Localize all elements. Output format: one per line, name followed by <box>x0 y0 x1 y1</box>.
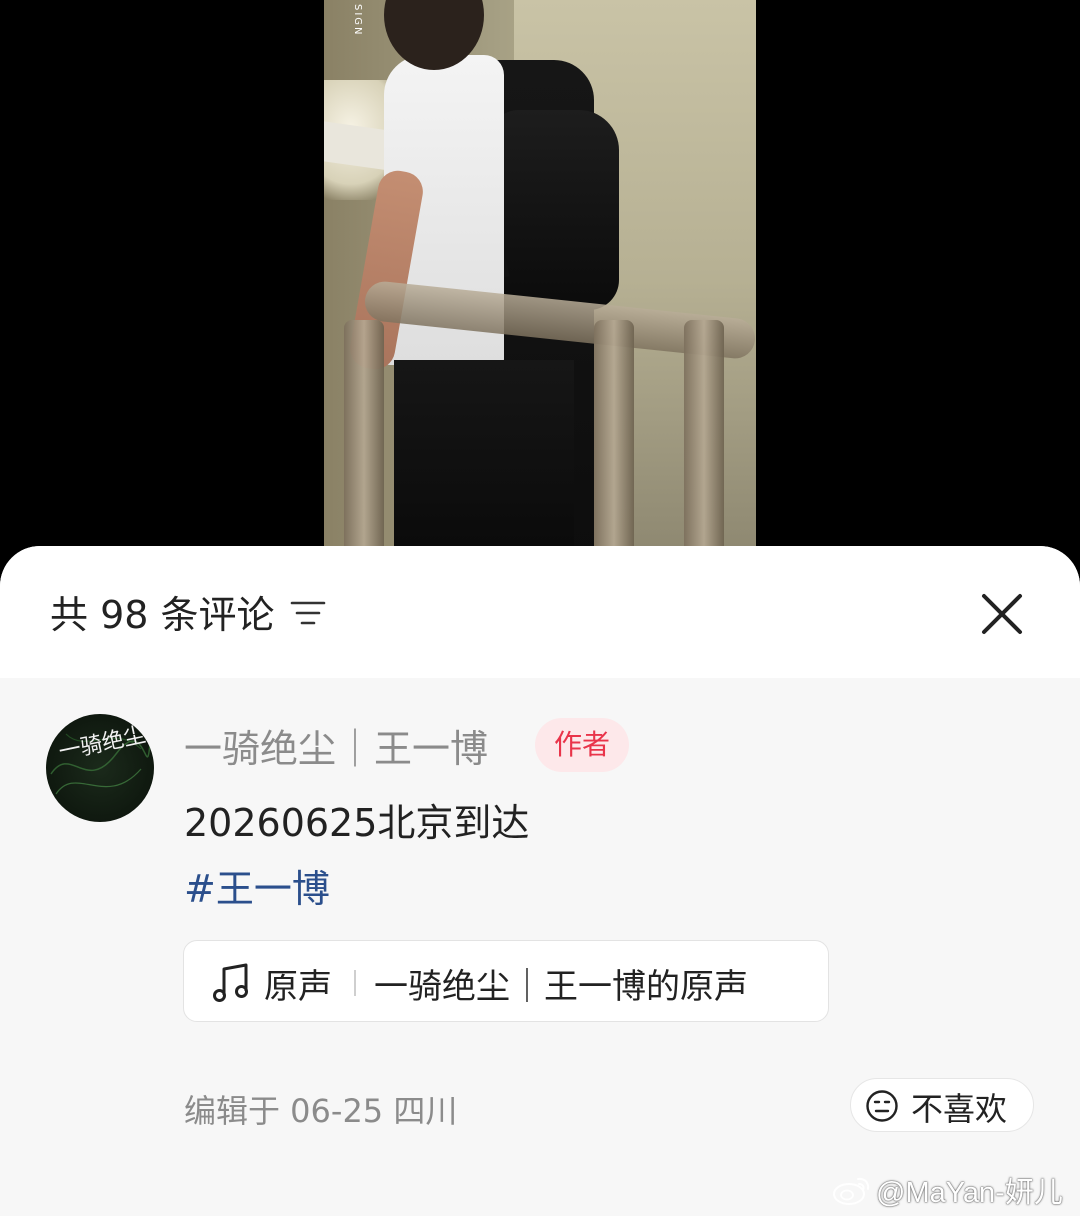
comment-count: 共 98 条评论 <box>50 593 275 637</box>
music-title: 一骑绝尘｜王一博的原声 <box>374 967 748 1007</box>
video-frame[interactable]: SIGN <box>324 0 756 560</box>
close-icon[interactable] <box>976 588 1028 640</box>
video-watermark: SIGN <box>352 4 363 37</box>
post-shape <box>684 320 724 560</box>
unhappy-face-icon <box>866 1090 898 1122</box>
comment-text: 20260625北京到达 <box>184 801 530 845</box>
video-player[interactable]: SIGN <box>0 0 1080 560</box>
comment-username[interactable]: 一骑绝尘｜王一博 <box>184 718 488 773</box>
comments-sheet: 共 98 条评论 一骑绝尘 一骑绝尘｜王一博 作者 20260625北京到达 #… <box>0 546 1080 1216</box>
pants-shape <box>394 360 574 560</box>
svg-text:一骑绝尘: 一骑绝尘 <box>57 723 148 766</box>
watermark-text: @MaYan-妍儿 <box>876 1177 1063 1209</box>
avatar-calligraphy-icon: 一骑绝尘 <box>50 723 151 795</box>
sheet-header: 共 98 条评论 <box>0 546 1080 678</box>
avatar[interactable]: 一骑绝尘 <box>46 714 154 822</box>
music-divider <box>354 970 356 996</box>
post-shape <box>344 320 384 560</box>
weibo-watermark: @MaYan-妍儿 <box>832 1170 1063 1210</box>
music-note-icon <box>213 963 248 1002</box>
hashtag-link[interactable]: #王一博 <box>184 858 330 913</box>
post-shape <box>594 320 634 560</box>
dislike-button[interactable]: 不喜欢 <box>850 1078 1034 1132</box>
backpack-shape <box>489 110 619 310</box>
author-badge: 作者 <box>535 718 629 772</box>
dislike-label: 不喜欢 <box>911 1090 1008 1128</box>
edit-meta: 编辑于 06-25 四川 <box>184 1092 458 1130</box>
filter-lines-icon[interactable] <box>290 598 326 628</box>
music-label: 原声 <box>264 967 332 1007</box>
weibo-icon <box>833 1177 870 1205</box>
original-sound-card[interactable]: 原声 一骑绝尘｜王一博的原声 <box>183 940 829 1022</box>
